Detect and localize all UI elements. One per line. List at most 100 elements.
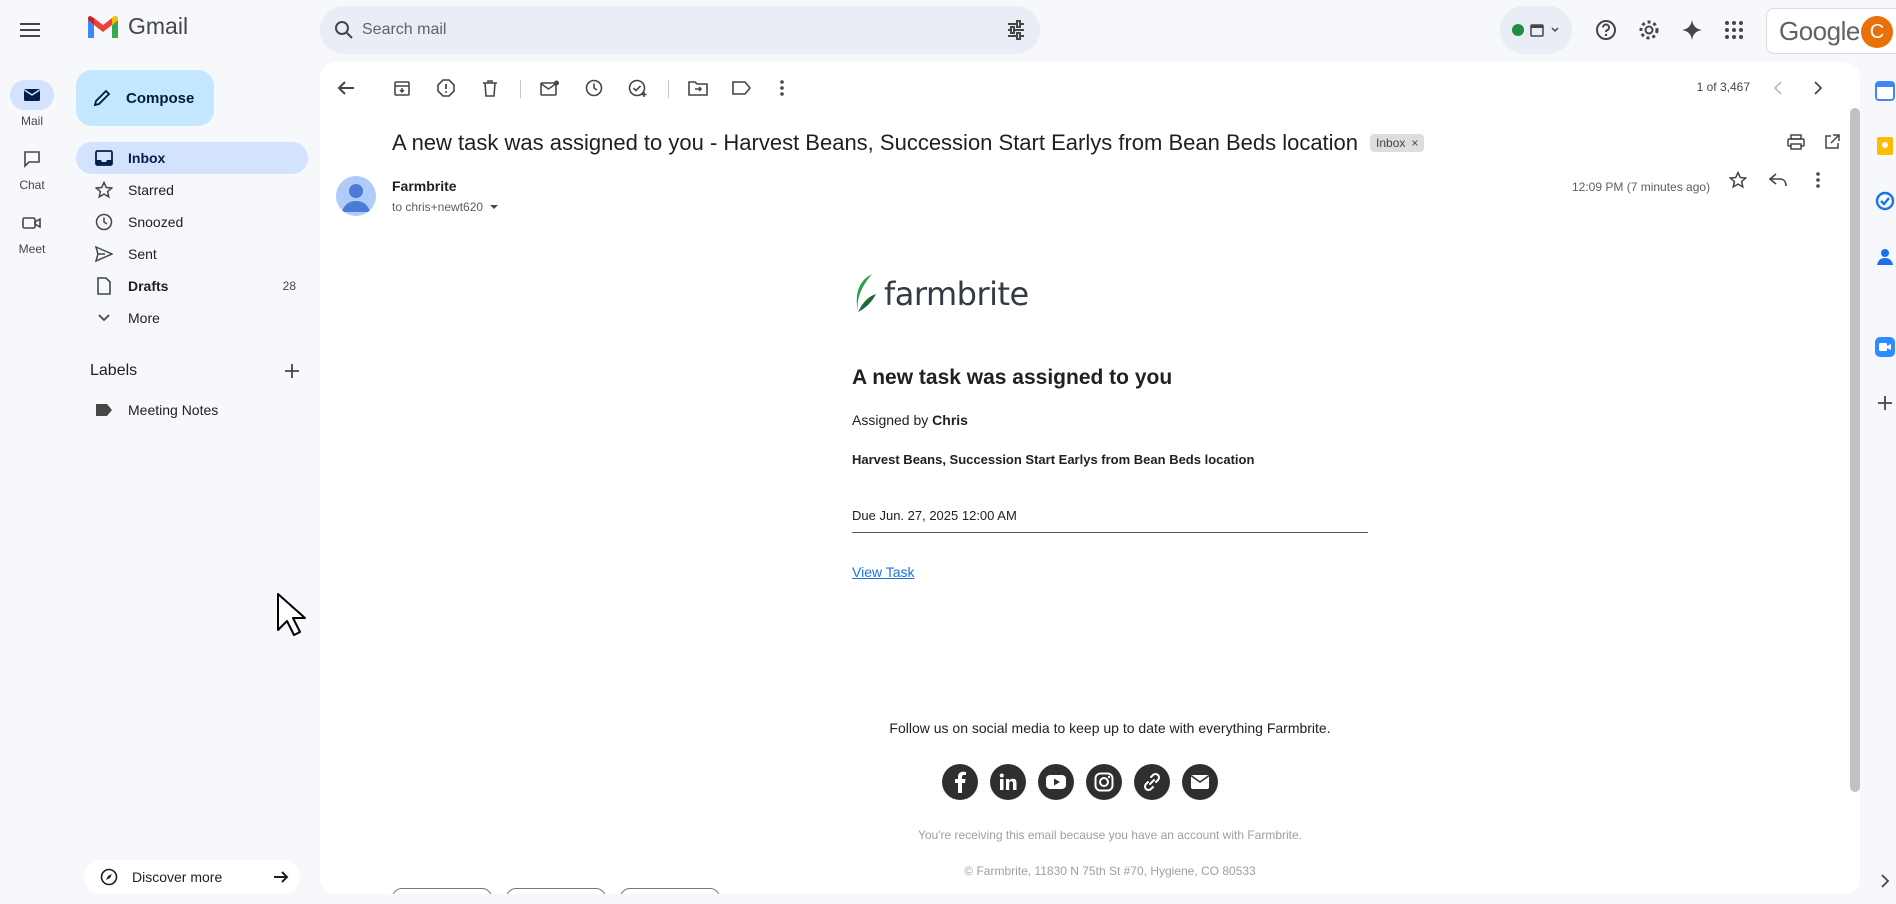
back-arrow-icon[interactable] <box>330 72 362 104</box>
subject-text: A new task was assigned to you - Harvest… <box>392 130 1359 155</box>
recipient-line[interactable]: to chris+newt620 <box>392 200 499 214</box>
assigned-prefix: Assigned by <box>852 412 933 428</box>
discover-label: Discover more <box>132 869 223 885</box>
active-status-dot <box>1512 24 1524 36</box>
nav-label: More <box>128 310 160 326</box>
labels-section-header: Labels <box>90 362 300 380</box>
label-icon[interactable] <box>726 72 758 104</box>
search-icon[interactable] <box>334 20 354 40</box>
account-switcher[interactable]: Google C <box>1766 8 1896 54</box>
contacts-icon[interactable] <box>1874 246 1896 268</box>
facebook-icon[interactable] <box>942 764 978 800</box>
gmail-logo[interactable]: Gmail <box>86 13 188 40</box>
scrollbar[interactable] <box>1850 108 1860 792</box>
newer-chevron-left-icon[interactable] <box>1762 72 1794 104</box>
apps-grid-icon[interactable] <box>1718 14 1750 46</box>
details-dropdown-icon <box>490 205 499 209</box>
label-meeting-notes[interactable]: Meeting Notes <box>76 394 308 426</box>
rail-mail[interactable]: Mail <box>0 80 64 128</box>
reply-button[interactable] <box>392 888 492 894</box>
mouse-cursor <box>276 592 306 636</box>
nav-snoozed[interactable]: Snoozed <box>76 206 308 238</box>
main-menu-icon[interactable] <box>14 14 46 46</box>
search-bar <box>320 6 1040 54</box>
label-tag-icon <box>94 400 114 420</box>
rail-chat[interactable]: Chat <box>0 144 64 192</box>
account-notice: You're receiving this email because you … <box>917 828 1303 842</box>
avatar[interactable]: C <box>1861 16 1893 48</box>
inbox-icon <box>94 148 114 168</box>
search-input[interactable] <box>362 6 962 54</box>
social-links <box>942 764 1218 800</box>
view-task-link[interactable]: View Task <box>852 564 915 580</box>
forward-button[interactable] <box>506 888 606 894</box>
report-spam-icon[interactable] <box>430 72 462 104</box>
due-date: Due Jun. 27, 2025 12:00 AM <box>852 508 1017 523</box>
archive-icon[interactable] <box>386 72 418 104</box>
app-name: Gmail <box>128 13 189 39</box>
linkedin-icon[interactable] <box>990 764 1026 800</box>
delete-trash-icon[interactable] <box>474 72 506 104</box>
move-to-folder-icon[interactable] <box>682 72 714 104</box>
open-new-window-icon[interactable] <box>1816 126 1848 158</box>
add-addon-icon[interactable] <box>1874 392 1896 414</box>
nav-more[interactable]: More <box>76 302 308 334</box>
sender-name[interactable]: Farmbrite <box>392 178 457 194</box>
more-vertical-icon[interactable] <box>766 72 798 104</box>
email-content: farmbrite A new task was assigned to you… <box>852 272 1372 878</box>
pagination-count: 1 of 3,467 <box>1696 80 1750 94</box>
nav-label: Snoozed <box>128 214 184 230</box>
nav-label: Sent <box>128 246 157 262</box>
tasks-icon[interactable] <box>1874 190 1896 212</box>
message-subject: A new task was assigned to you - Harvest… <box>392 130 1425 156</box>
settings-gear-icon[interactable] <box>1633 14 1665 46</box>
sender-avatar[interactable] <box>336 176 376 216</box>
top-bar: Gmail Google C <box>0 0 1896 60</box>
discover-more-button[interactable]: Discover more <box>84 860 300 894</box>
link-icon[interactable] <box>1134 764 1170 800</box>
instagram-icon[interactable] <box>1086 764 1122 800</box>
emoji-reaction-button[interactable] <box>620 888 720 894</box>
add-label-icon[interactable] <box>284 363 300 379</box>
compose-label: Compose <box>126 89 195 107</box>
toolbar-divider <box>520 80 521 98</box>
rail-meet[interactable]: Meet <box>0 208 64 256</box>
support-icon[interactable] <box>1590 14 1622 46</box>
assigned-by-name: Chris <box>932 412 968 428</box>
show-side-panel-chevron-icon[interactable] <box>1874 870 1896 892</box>
search-options-icon[interactable] <box>1006 20 1026 40</box>
chevron-down-icon <box>94 308 114 328</box>
zoom-app-icon[interactable] <box>1874 336 1896 358</box>
remove-label-icon[interactable]: × <box>1411 136 1418 150</box>
older-chevron-right-icon[interactable] <box>1802 72 1834 104</box>
message-view: 1 of 3,467 A new task was assigned to yo… <box>320 62 1860 894</box>
nav-inbox[interactable]: Inbox <box>76 142 308 174</box>
nav-starred[interactable]: Starred <box>76 174 308 206</box>
add-to-tasks-icon[interactable] <box>622 72 654 104</box>
reply-icon[interactable] <box>1762 164 1794 196</box>
message-timestamp: 12:09 PM (7 minutes ago) <box>1572 180 1711 194</box>
chat-icon <box>24 151 40 168</box>
gemini-sparkle-icon[interactable] <box>1676 14 1708 46</box>
email-icon[interactable] <box>1182 764 1218 800</box>
snooze-clock-icon[interactable] <box>578 72 610 104</box>
status-selector[interactable] <box>1500 6 1572 54</box>
print-icon[interactable] <box>1780 126 1812 158</box>
nav-drafts[interactable]: Drafts 28 <box>76 270 308 302</box>
farmbrite-leaf-icon <box>856 274 876 312</box>
google-wordmark: Google <box>1779 15 1860 46</box>
rail-chat-label: Chat <box>19 178 45 192</box>
assigned-by-line: Assigned by Chris <box>852 412 968 428</box>
gmail-m-icon <box>88 15 118 38</box>
compose-button[interactable]: Compose <box>76 70 214 126</box>
send-icon <box>94 244 114 264</box>
message-more-icon[interactable] <box>1802 164 1834 196</box>
youtube-icon[interactable] <box>1038 764 1074 800</box>
calendar-app-icon[interactable] <box>1874 80 1896 102</box>
inbox-label-chip: Inbox × <box>1370 134 1425 152</box>
nav-sent[interactable]: Sent <box>76 238 308 270</box>
farmbrite-logo[interactable]: farmbrite <box>852 272 1372 316</box>
star-icon[interactable] <box>1722 164 1754 196</box>
keep-notes-icon[interactable] <box>1874 135 1896 157</box>
mark-unread-icon[interactable] <box>534 72 566 104</box>
